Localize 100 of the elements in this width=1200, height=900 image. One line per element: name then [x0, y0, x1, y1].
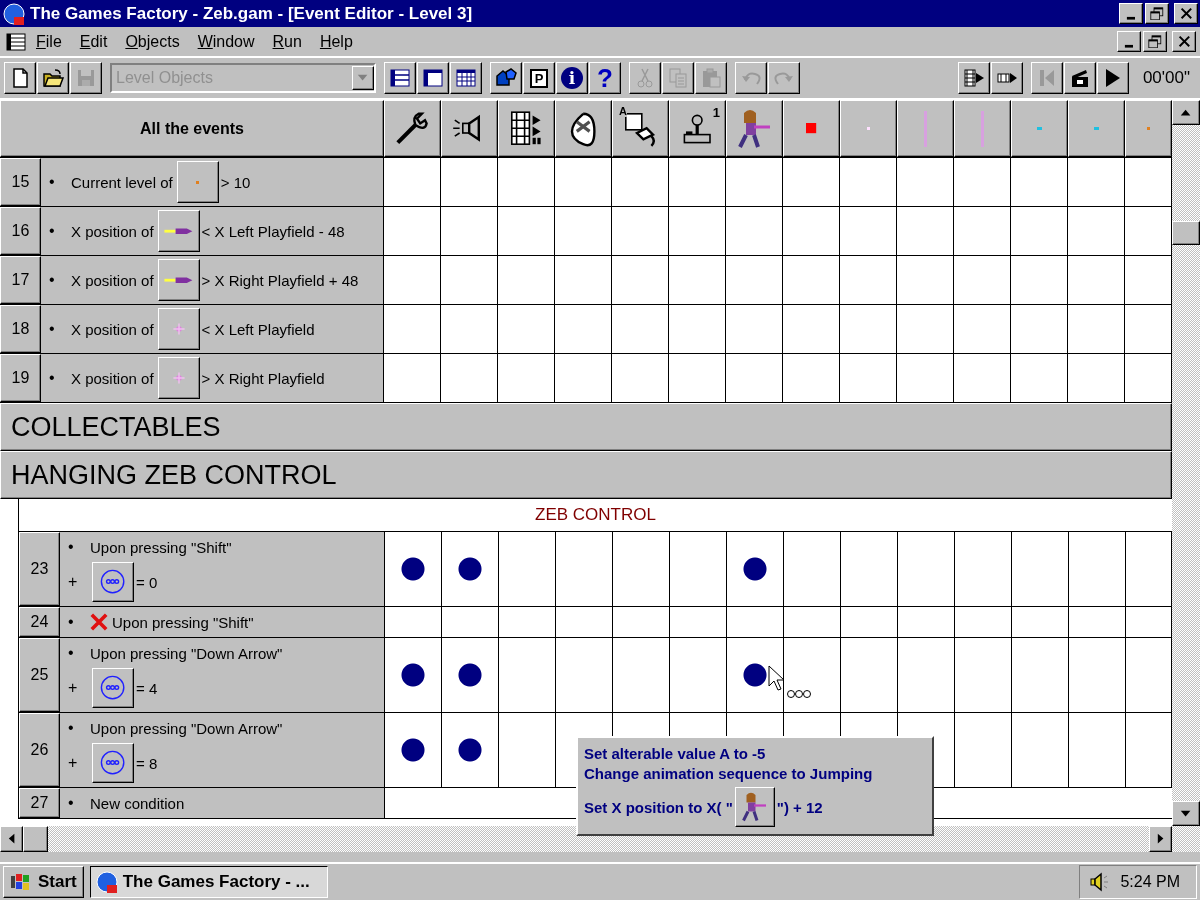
properties-button[interactable]: P [523, 62, 555, 94]
condition-text: X position of [71, 271, 154, 289]
group-header[interactable]: HANGING ZEB CONTROL [0, 451, 1172, 499]
square-icon [806, 123, 817, 134]
object-column-header[interactable]: 1 [669, 100, 726, 157]
condition-text: Upon pressing "Shift" [112, 613, 254, 631]
condition-marker: + [68, 754, 79, 772]
minimize-button[interactable] [1119, 3, 1143, 24]
close-button[interactable] [1172, 31, 1196, 52]
restore-button[interactable] [1145, 3, 1169, 24]
condition-marker: • [49, 222, 56, 240]
object-column-header[interactable] [555, 100, 612, 157]
tooltip-text: Set X position to X( " [584, 798, 733, 816]
info-button[interactable]: i [556, 62, 588, 94]
taskbar-button[interactable]: The Games Factory - ... [89, 866, 328, 898]
counter-icon [100, 750, 126, 776]
arrow-left-icon [7, 833, 16, 845]
condition-marker: • [49, 369, 56, 387]
condition-text: New condition [90, 794, 185, 812]
tooltip-text: Change animation sequence to Jumping [584, 764, 873, 782]
condition-marker: • [49, 320, 56, 338]
counter-icon [100, 675, 126, 701]
menu-item[interactable]: Run [272, 32, 302, 51]
condition-panel[interactable]: • Upon pressing "Down Arrow" + = 8 [60, 713, 385, 787]
object-column-header[interactable] [1125, 100, 1172, 157]
close-icon [1177, 35, 1191, 48]
object-column-header[interactable] [954, 100, 1011, 157]
condition-panel[interactable]: • Upon pressing "Shift" [60, 607, 385, 637]
objects-button[interactable] [490, 62, 522, 94]
condition-panel[interactable]: • X position of < X Left Playfield - 48 [41, 207, 384, 255]
clapperboard-button[interactable] [1063, 62, 1096, 94]
restore-button[interactable] [1143, 31, 1167, 52]
play-button[interactable] [1096, 62, 1129, 94]
group-header[interactable]: COLLECTABLES [0, 403, 1172, 451]
condition-marker: • [49, 173, 56, 191]
menu-item[interactable]: Help [319, 32, 353, 51]
view-button[interactable] [384, 62, 416, 94]
list-view-icon [388, 66, 412, 90]
scroll-up-button[interactable] [1172, 100, 1200, 125]
event-number[interactable]: 23 [19, 532, 60, 606]
menu-item[interactable]: Objects [125, 32, 180, 51]
object-column-header[interactable] [1011, 100, 1068, 157]
event-number[interactable]: 19 [0, 354, 41, 402]
object-column-header[interactable] [897, 100, 954, 157]
menu-item[interactable]: File [36, 32, 62, 51]
event-number[interactable]: 26 [19, 713, 60, 787]
frame-view-icon [421, 66, 445, 90]
condition-marker: • [68, 719, 75, 737]
condition-marker: + [68, 679, 79, 697]
view-button[interactable] [417, 62, 449, 94]
object-column-header[interactable] [840, 100, 897, 157]
event-number[interactable]: 16 [0, 207, 41, 255]
condition-panel[interactable]: • X position of < X Left Playfield [41, 305, 384, 353]
timer-readout: 00'00" [1142, 68, 1190, 88]
object-column-header[interactable]: A [612, 100, 669, 157]
object-column-header[interactable] [1068, 100, 1125, 157]
start-button[interactable]: Start [3, 866, 84, 898]
object-column-header[interactable] [498, 100, 555, 157]
event-number[interactable]: 27 [19, 788, 60, 818]
object-column-header[interactable] [726, 100, 783, 157]
condition-panel[interactable]: • X position of > X Right Playfield [41, 354, 384, 402]
condition-panel[interactable]: • Upon pressing "Shift" + = 0 [60, 532, 385, 606]
event-number[interactable]: 24 [19, 607, 60, 637]
scroll-left-button[interactable] [0, 826, 23, 852]
help-button[interactable]: ? [589, 62, 621, 94]
tooltip-text: Set alterable value A to -5 [584, 744, 766, 762]
event-number[interactable]: 25 [19, 638, 60, 712]
object-column-header[interactable] [441, 100, 498, 157]
condition-text: > 10 [220, 173, 251, 191]
scroll-right-button[interactable] [1149, 826, 1172, 852]
scroll-thumb[interactable] [23, 826, 48, 852]
condition-panel[interactable]: • X position of > X Right Playfield + 48 [41, 256, 384, 304]
event-number[interactable]: 15 [0, 158, 41, 206]
missile-icon [163, 226, 194, 236]
close-button[interactable] [1174, 3, 1198, 24]
condition-marker: • [49, 271, 56, 289]
run-button[interactable] [957, 62, 990, 94]
menu-item[interactable]: Window [197, 32, 255, 51]
arrow-down-icon [1180, 809, 1192, 818]
character-icon [742, 792, 768, 822]
character-icon [737, 108, 772, 149]
object-column-header[interactable] [384, 100, 441, 157]
condition-text: X position of [71, 320, 154, 338]
condition-text: = 4 [136, 679, 158, 697]
new-button[interactable] [4, 62, 36, 94]
scroll-thumb[interactable] [1172, 221, 1200, 245]
condition-panel[interactable]: • Current level of > 10 [41, 158, 384, 206]
menu-item[interactable]: Edit [79, 32, 108, 51]
play-icon [1104, 68, 1121, 88]
condition-panel[interactable]: • New condition [60, 788, 385, 818]
event-number[interactable]: 18 [0, 305, 41, 353]
run-level-button[interactable] [990, 62, 1023, 94]
condition-panel[interactable]: • Upon pressing "Down Arrow" + = 4 [60, 638, 385, 712]
scroll-down-button[interactable] [1172, 801, 1200, 826]
view-button[interactable] [450, 62, 482, 94]
restore-icon [1148, 34, 1162, 49]
minimize-button[interactable] [1117, 31, 1141, 52]
event-number[interactable]: 17 [0, 256, 41, 304]
object-column-header[interactable] [783, 100, 840, 157]
open-button[interactable] [37, 62, 69, 94]
